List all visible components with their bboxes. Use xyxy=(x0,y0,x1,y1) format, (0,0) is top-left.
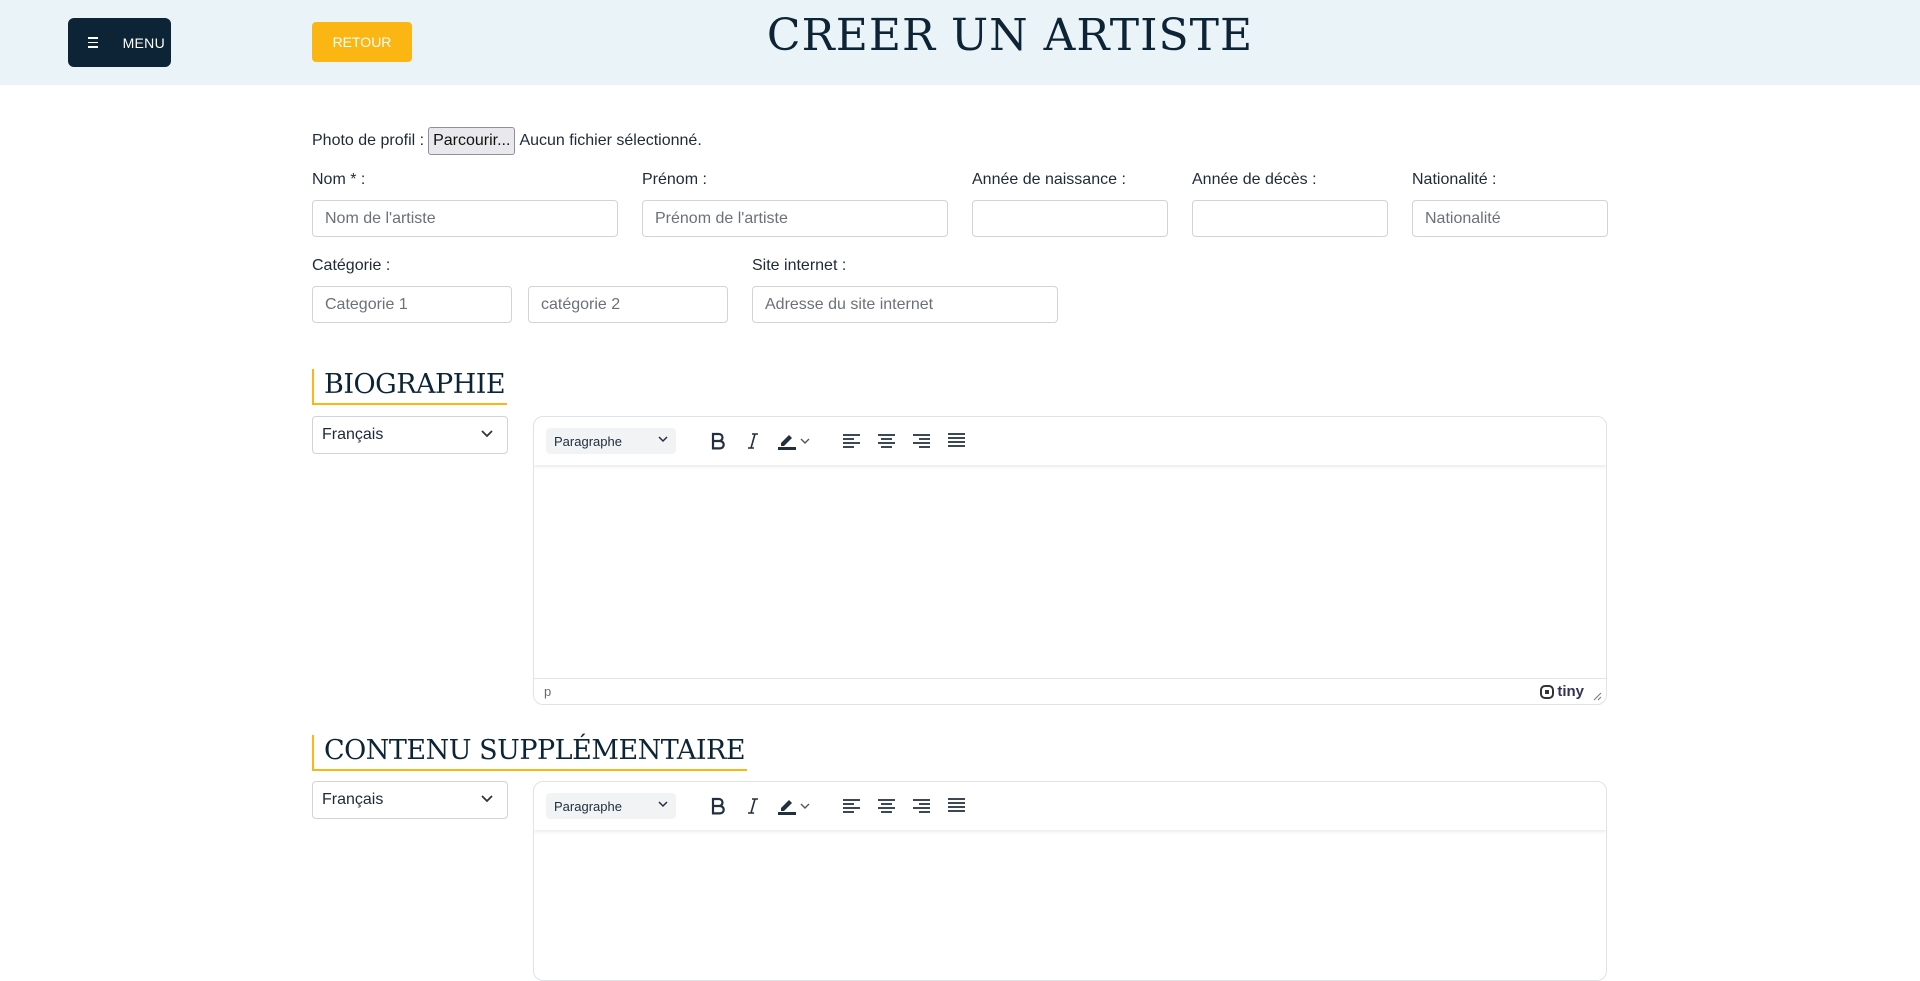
contenu-language-select[interactable]: Français xyxy=(312,781,508,819)
nationalite-label: Nationalité : xyxy=(1412,171,1497,188)
chevron-down-icon xyxy=(800,438,810,444)
align-left-icon xyxy=(843,434,860,448)
highlight-button[interactable] xyxy=(775,429,799,453)
highlight-dropdown[interactable] xyxy=(798,794,812,818)
italic-button[interactable] xyxy=(741,794,765,818)
align-left-button[interactable] xyxy=(840,794,864,818)
editor-toolbar: Paragraphe xyxy=(534,417,1606,465)
categorie-label: Catégorie : xyxy=(312,257,391,274)
align-center-button[interactable] xyxy=(875,429,899,453)
deces-label: Année de décès : xyxy=(1192,171,1317,188)
contenu-editor: Paragraphe xyxy=(533,781,1607,981)
deces-input[interactable] xyxy=(1192,200,1388,237)
biographie-content-area[interactable] xyxy=(534,465,1606,679)
align-right-button[interactable] xyxy=(910,429,934,453)
photo-row: Photo de profil : Parcourir... Aucun fic… xyxy=(312,127,702,155)
justify-icon xyxy=(948,433,965,447)
tiny-logo-icon xyxy=(1540,684,1555,699)
back-button[interactable]: RETOUR xyxy=(312,22,412,62)
nom-input[interactable] xyxy=(312,200,618,237)
tiny-brand-text: tiny xyxy=(1557,683,1584,700)
highlighter-icon xyxy=(778,435,796,450)
italic-button[interactable] xyxy=(741,429,765,453)
chevron-down-icon xyxy=(800,803,810,809)
italic-icon xyxy=(748,433,758,449)
contenu-title: CONTENU SUPPLÉMENTAIRE xyxy=(312,735,748,771)
justify-button[interactable] xyxy=(945,429,969,453)
file-status: Aucun fichier sélectionné. xyxy=(519,132,702,149)
chevron-down-icon xyxy=(658,801,668,808)
align-right-button[interactable] xyxy=(910,794,934,818)
align-left-icon xyxy=(843,799,860,813)
tiny-brand[interactable]: tiny xyxy=(1540,683,1584,700)
bold-icon xyxy=(711,797,725,815)
categorie1-input[interactable] xyxy=(312,286,512,323)
biographie-language-value: Français xyxy=(322,426,384,443)
italic-icon xyxy=(748,798,758,814)
naissance-input[interactable] xyxy=(972,200,1168,237)
align-right-icon xyxy=(913,799,930,813)
editor-toolbar: Paragraphe xyxy=(534,782,1606,830)
align-right-icon xyxy=(913,434,930,448)
format-value: Paragraphe xyxy=(554,798,622,814)
site-input[interactable] xyxy=(752,286,1058,323)
prenom-input[interactable] xyxy=(642,200,948,237)
justify-icon xyxy=(948,798,965,812)
element-path[interactable]: p xyxy=(544,684,551,699)
justify-button[interactable] xyxy=(945,794,969,818)
page-title: CREER UN ARTISTE xyxy=(766,10,1254,61)
highlight-dropdown[interactable] xyxy=(798,429,812,453)
resize-handle-icon[interactable] xyxy=(1593,692,1602,701)
format-select[interactable]: Paragraphe xyxy=(546,793,676,819)
align-center-button[interactable] xyxy=(875,794,899,818)
editor-statusbar: p tiny xyxy=(534,678,1606,704)
bold-button[interactable] xyxy=(706,794,730,818)
highlight-button[interactable] xyxy=(775,794,799,818)
chevron-down-icon xyxy=(658,436,668,443)
menu-button[interactable]: MENU xyxy=(68,18,171,67)
menu-label: MENU xyxy=(122,34,165,51)
photo-label: Photo de profil : xyxy=(312,132,425,149)
naissance-label: Année de naissance : xyxy=(972,171,1126,188)
bold-icon xyxy=(711,432,725,450)
chevron-down-icon xyxy=(481,795,493,803)
chevron-down-icon xyxy=(481,430,493,438)
contenu-content-area[interactable] xyxy=(534,830,1606,980)
biographie-language-select[interactable]: Français xyxy=(312,416,508,454)
align-left-button[interactable] xyxy=(840,429,864,453)
top-bar: MENU RETOUR CREER UN ARTISTE xyxy=(0,0,1920,85)
align-center-icon xyxy=(878,799,895,813)
bold-button[interactable] xyxy=(706,429,730,453)
categorie2-input[interactable] xyxy=(528,286,728,323)
nom-label: Nom * : xyxy=(312,171,366,188)
contenu-language-value: Français xyxy=(322,791,384,808)
format-value: Paragraphe xyxy=(554,433,622,449)
align-center-icon xyxy=(878,434,895,448)
site-label: Site internet : xyxy=(752,257,847,274)
highlighter-icon xyxy=(778,800,796,815)
biographie-title: BIOGRAPHIE xyxy=(312,369,508,405)
browse-file-button[interactable]: Parcourir... xyxy=(428,127,516,155)
format-select[interactable]: Paragraphe xyxy=(546,428,676,454)
hamburger-icon xyxy=(88,37,98,48)
biographie-editor: Paragraphe p tiny xyxy=(533,416,1607,705)
prenom-label: Prénom : xyxy=(642,171,707,188)
nationalite-input[interactable] xyxy=(1412,200,1608,237)
